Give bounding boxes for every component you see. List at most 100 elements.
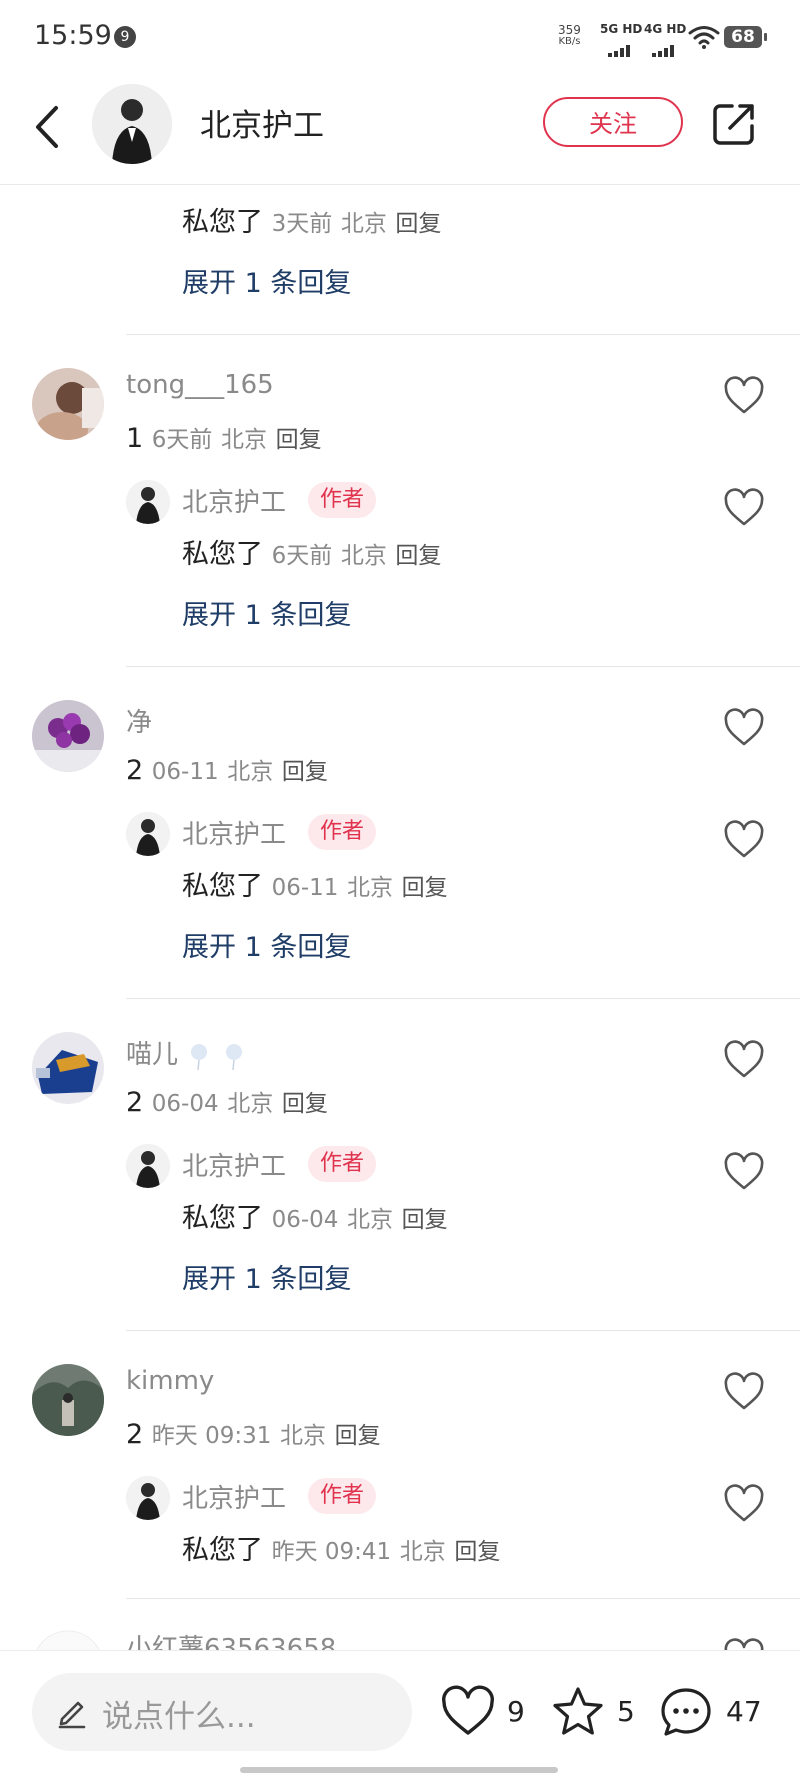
favorite-count: 5 bbox=[617, 1695, 635, 1728]
comment-meta-line: 2 06-11 北京 回复 bbox=[126, 752, 328, 786]
author-avatar[interactable] bbox=[92, 84, 172, 164]
avatar[interactable] bbox=[32, 700, 104, 772]
reply-time: 3天前 bbox=[271, 211, 333, 237]
comment-username[interactable]: kimmy bbox=[126, 1366, 214, 1396]
avatar[interactable] bbox=[32, 368, 104, 440]
reply-time: 昨天 09:41 bbox=[271, 1539, 392, 1565]
heart-icon[interactable] bbox=[723, 1638, 765, 1650]
heart-icon[interactable] bbox=[723, 820, 765, 860]
author-avatar[interactable] bbox=[126, 812, 170, 856]
comment-meta-line: 2 06-04 北京 回复 bbox=[126, 1084, 328, 1118]
reply-button[interactable]: 回复 bbox=[282, 759, 328, 785]
reply-button[interactable]: 回复 bbox=[395, 211, 441, 237]
username-text: 喵儿 bbox=[126, 1040, 179, 1070]
expand-replies-link[interactable]: 展开 1 条回复 bbox=[182, 593, 351, 632]
reply-button[interactable]: 回复 bbox=[402, 875, 448, 901]
reply-button[interactable]: 回复 bbox=[335, 1423, 381, 1449]
reply-text: 私您了 bbox=[182, 871, 263, 902]
heart-icon[interactable] bbox=[723, 1372, 765, 1412]
reply-text-line: 私您了 3天前 北京 回复 bbox=[182, 200, 441, 239]
reply-button[interactable]: 回复 bbox=[454, 1539, 500, 1565]
reply-text: 私您了 bbox=[182, 1535, 263, 1566]
back-arrow-icon[interactable] bbox=[28, 102, 68, 152]
reply-button[interactable]: 回复 bbox=[395, 543, 441, 569]
reply-text-line: 私您了 昨天 09:41 北京 回复 bbox=[182, 1528, 500, 1567]
author-tag: 作者 bbox=[308, 1478, 377, 1514]
divider bbox=[126, 1598, 800, 1599]
author-tag: 作者 bbox=[308, 814, 377, 850]
reply-text: 私您了 bbox=[182, 207, 263, 238]
balloon-emoji-icon bbox=[225, 1043, 242, 1070]
divider bbox=[126, 1330, 800, 1331]
comment-username[interactable]: 净 bbox=[126, 702, 152, 739]
follow-button[interactable]: 关注 bbox=[543, 97, 683, 147]
comment-username[interactable]: 喵儿 bbox=[126, 1034, 247, 1071]
comment-username[interactable]: 小红薯63563658 bbox=[126, 1628, 336, 1650]
pencil-icon bbox=[58, 1701, 86, 1729]
heart-icon[interactable] bbox=[723, 376, 765, 416]
reply-button[interactable]: 回复 bbox=[402, 1207, 448, 1233]
heart-icon[interactable] bbox=[723, 1040, 765, 1080]
avatar[interactable] bbox=[32, 1032, 104, 1104]
comment-input[interactable]: 说点什么... bbox=[32, 1673, 412, 1751]
comment-likes: 2 bbox=[126, 1419, 144, 1450]
author-tag: 作者 bbox=[308, 482, 377, 518]
author-username[interactable]: 北京护工 bbox=[182, 1478, 286, 1515]
author-avatar[interactable] bbox=[126, 480, 170, 524]
reply-location: 北京 bbox=[340, 543, 387, 569]
author-tag: 作者 bbox=[308, 1146, 377, 1182]
reply-text-line: 私您了 06-11 北京 回复 bbox=[182, 864, 448, 903]
comment-time: 06-04 bbox=[151, 1091, 219, 1117]
reply-text-line: 私您了 6天前 北京 回复 bbox=[182, 532, 441, 571]
like-heart-icon[interactable] bbox=[440, 1685, 496, 1739]
comment-time: 6天前 bbox=[151, 427, 213, 453]
star-icon[interactable] bbox=[550, 1685, 606, 1739]
divider bbox=[126, 666, 800, 667]
comment-meta-line: 1 6天前 北京 回复 bbox=[126, 420, 322, 454]
heart-icon[interactable] bbox=[723, 488, 765, 528]
comment-meta-line: 2 昨天 09:31 北京 回复 bbox=[126, 1416, 381, 1450]
comment-username[interactable]: tong___165 bbox=[126, 370, 274, 400]
reply-text: 私您了 bbox=[182, 1203, 263, 1234]
reply-text-line: 私您了 06-04 北京 回复 bbox=[182, 1196, 448, 1235]
reply-location: 北京 bbox=[399, 1539, 446, 1565]
reply-time: 6天前 bbox=[271, 543, 333, 569]
author-username[interactable]: 北京护工 bbox=[182, 482, 286, 519]
comment-bubble-icon[interactable] bbox=[658, 1685, 714, 1739]
reply-button[interactable]: 回复 bbox=[276, 427, 322, 453]
comment-location: 北京 bbox=[221, 427, 268, 453]
expand-replies-link[interactable]: 展开 1 条回复 bbox=[182, 1257, 351, 1296]
reply-location: 北京 bbox=[347, 875, 394, 901]
heart-icon[interactable] bbox=[723, 1484, 765, 1524]
comment-list[interactable]: 私您了 3天前 北京 回复 展开 1 条回复 tong___165 1 6天前 … bbox=[0, 0, 800, 1650]
divider bbox=[126, 334, 800, 335]
divider bbox=[126, 998, 800, 999]
author-name[interactable]: 北京护工 bbox=[200, 100, 324, 145]
comment-likes: 1 bbox=[126, 423, 144, 454]
reply-text: 私您了 bbox=[182, 539, 263, 570]
heart-icon[interactable] bbox=[723, 1152, 765, 1192]
reply-button[interactable]: 回复 bbox=[282, 1091, 328, 1117]
author-avatar[interactable] bbox=[126, 1144, 170, 1188]
comment-location: 北京 bbox=[227, 1091, 274, 1117]
expand-replies-link[interactable]: 展开 1 条回复 bbox=[182, 925, 351, 964]
reply-location: 北京 bbox=[347, 1207, 394, 1233]
home-indicator[interactable] bbox=[240, 1767, 558, 1773]
comment-count: 47 bbox=[726, 1695, 762, 1728]
author-username[interactable]: 北京护工 bbox=[182, 1146, 286, 1183]
comment-location: 北京 bbox=[279, 1423, 326, 1449]
reply-time: 06-11 bbox=[271, 875, 339, 901]
author-avatar[interactable] bbox=[126, 1476, 170, 1520]
heart-icon[interactable] bbox=[723, 708, 765, 748]
comment-input-placeholder: 说点什么... bbox=[102, 1699, 256, 1735]
avatar[interactable] bbox=[32, 1630, 104, 1650]
avatar[interactable] bbox=[32, 1364, 104, 1436]
balloon-emoji-icon bbox=[191, 1043, 208, 1070]
comment-location: 北京 bbox=[227, 759, 274, 785]
expand-replies-link[interactable]: 展开 1 条回复 bbox=[182, 261, 351, 300]
bottom-bar: 说点什么... 9 5 47 bbox=[0, 1650, 800, 1779]
comment-time: 06-11 bbox=[151, 759, 219, 785]
comment-time: 昨天 09:31 bbox=[151, 1423, 272, 1449]
author-username[interactable]: 北京护工 bbox=[182, 814, 286, 851]
share-icon[interactable] bbox=[712, 102, 756, 146]
